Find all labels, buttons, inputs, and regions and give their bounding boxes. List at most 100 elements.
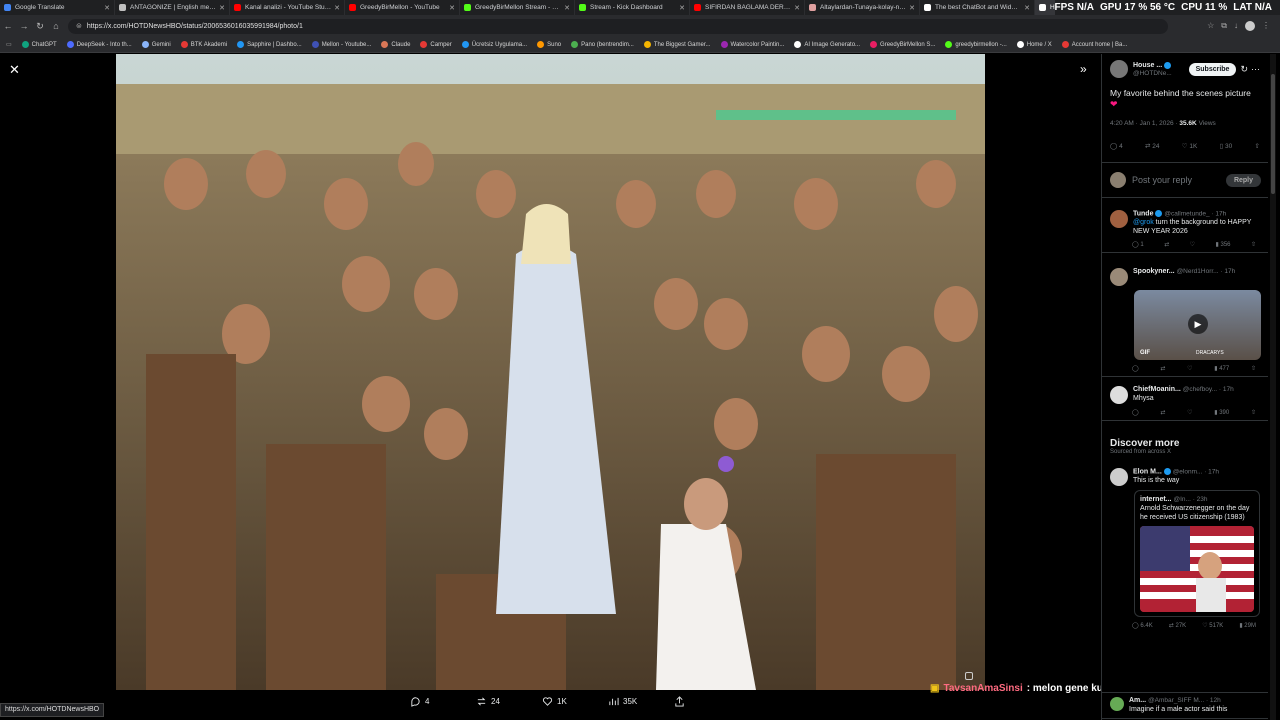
quoted-post[interactable]: internet... @In... · 23h Arnold Schwarze… [1134, 490, 1260, 617]
author-avatar[interactable] [1110, 60, 1128, 78]
reply-avatar[interactable] [1110, 210, 1128, 228]
address-bar[interactable]: ⊜ https://x.com/HOTDNewsHBO/status/20065… [68, 18, 1168, 34]
discover-repost-button[interactable]: ⇄ 27K [1169, 622, 1186, 629]
discover-avatar[interactable] [1110, 697, 1124, 711]
reply-repost-button[interactable]: ⇄ [1160, 409, 1165, 416]
bookmarks-folder-icon[interactable]: ▭ [6, 41, 12, 48]
reply-avatar[interactable] [1110, 386, 1128, 404]
share-icon[interactable]: ⇧ [1251, 409, 1256, 416]
bookmark-item[interactable]: Home / X [1016, 41, 1052, 48]
reply-views[interactable]: ▮ 390 [1214, 409, 1229, 416]
post-like-button[interactable]: ♡ 1K [1182, 142, 1198, 150]
reply-views[interactable]: ▮ 477 [1214, 365, 1229, 372]
tab-close-icon[interactable]: ✕ [219, 4, 225, 12]
extensions-icon[interactable]: ⧉ [1221, 21, 1227, 31]
reply-reply-button[interactable]: ◯ 1 [1132, 241, 1144, 248]
bookmark-item[interactable]: Claude [381, 41, 410, 48]
discover-post[interactable]: Elon M... @elonm... · 17h This is the wa… [1102, 464, 1268, 633]
post-bookmark-button[interactable]: ▯ 30 [1220, 142, 1233, 150]
grok-icon[interactable]: ↻ [1240, 64, 1248, 75]
tab-close-icon[interactable]: ✕ [1024, 4, 1030, 12]
bookmark-item[interactable]: Pano (bentrendim... [571, 41, 634, 48]
quote-image[interactable] [1140, 526, 1254, 612]
reload-icon[interactable]: ↻ [32, 21, 48, 32]
tab-close-icon[interactable]: ✕ [564, 4, 570, 12]
reply-item[interactable]: Spookyner... @Nerd1Horr... · 17h ▶ GIF D… [1102, 264, 1268, 377]
viewer-reply-button[interactable]: 4 [410, 696, 476, 707]
browser-tab[interactable]: GreedyBirMellon Stream - Watch ✕ [460, 0, 575, 15]
discover-avatar[interactable] [1110, 468, 1128, 486]
share-icon[interactable]: ⇧ [1251, 241, 1256, 248]
reply-like-button[interactable]: ♡ [1190, 241, 1195, 248]
scrollbar-thumb[interactable] [1271, 74, 1275, 194]
viewer-like-button[interactable]: 1K [542, 696, 608, 707]
discover-author[interactable]: Am... [1129, 697, 1146, 704]
close-icon[interactable]: ✕ [9, 62, 20, 78]
reply-repost-button[interactable]: ⇄ [1164, 241, 1169, 248]
browser-tab[interactable]: GreedyBirMellon - YouTube ✕ [345, 0, 460, 15]
browser-tab[interactable]: Kanal analizi - YouTube Studio ✕ [230, 0, 345, 15]
bookmark-item[interactable]: GreedyBirMellon S... [870, 41, 935, 48]
bookmark-star-icon[interactable]: ☆ [1207, 21, 1214, 31]
play-icon[interactable]: ▶ [1188, 314, 1208, 334]
reply-like-button[interactable]: ♡ [1187, 365, 1192, 372]
side-scrollbar[interactable] [1270, 54, 1276, 720]
discover-views[interactable]: ▮ 29M [1239, 622, 1256, 629]
picture-in-picture-icon[interactable] [965, 672, 973, 680]
reply-views[interactable]: ▮ 356 [1216, 241, 1231, 248]
reply-avatar[interactable] [1110, 268, 1128, 286]
bookmark-item[interactable]: greedybirmellon -... [945, 41, 1007, 48]
share-icon[interactable]: ⇧ [1255, 142, 1260, 150]
tab-close-icon[interactable]: ✕ [909, 4, 915, 12]
home-icon[interactable]: ⌂ [48, 21, 64, 31]
reply-gif[interactable]: ▶ GIF DRACARYS [1134, 290, 1261, 360]
bookmark-item[interactable]: Watercolor Paintin... [720, 41, 784, 48]
reply-button[interactable]: Reply [1225, 173, 1261, 187]
reply-reply-button[interactable]: ◯ [1132, 409, 1139, 416]
browser-tab[interactable]: Google Translate ✕ [0, 0, 115, 15]
browser-tab[interactable]: ANTAGONIZE | English meaning ✕ [115, 0, 230, 15]
browser-tab[interactable]: SIFIRDAN BAĞLAMA DERSLERİ✕ [690, 0, 805, 15]
reply-like-button[interactable]: ♡ [1187, 409, 1192, 416]
menu-icon[interactable]: ⋮ [1262, 21, 1270, 31]
tab-close-icon[interactable]: ✕ [334, 4, 340, 12]
browser-tab[interactable]: The best ChatBot and Widgets ✕ [920, 0, 1035, 15]
subscribe-button[interactable]: Subscribe [1188, 62, 1237, 76]
discover-post[interactable]: Am... @Ambar_SIFF M... · 12h Imagine if … [1102, 692, 1268, 719]
tab-close-icon[interactable]: ✕ [449, 4, 455, 12]
profile-avatar[interactable] [1245, 21, 1255, 31]
browser-tab[interactable]: Stream - Kick Dashboard ✕ [575, 0, 690, 15]
author-handle[interactable]: @HOTDNe... [1133, 70, 1172, 77]
bookmark-item[interactable]: DeepSeek - Into th... [66, 41, 132, 48]
viewer-views-button[interactable]: 35K [608, 696, 674, 707]
bookmark-item[interactable]: Gemini [141, 41, 171, 48]
reply-author[interactable]: ChiefMoanin... [1133, 386, 1181, 393]
reply-author[interactable]: Tunde [1133, 210, 1153, 217]
bookmark-item[interactable]: ChatGPT [21, 41, 57, 48]
browser-tab[interactable]: Altaylardan-Tunaya-kolay-nota ✕ [805, 0, 920, 15]
tab-close-icon[interactable]: ✕ [794, 4, 800, 12]
discover-like-button[interactable]: ♡ 517K [1202, 622, 1223, 629]
post-repost-button[interactable]: ⇄ 24 [1145, 142, 1160, 150]
forward-icon[interactable]: → [16, 21, 32, 31]
bookmark-item[interactable]: Sapphire | Dashbo... [237, 41, 302, 48]
site-info-icon[interactable]: ⊜ [76, 22, 82, 30]
bookmark-item[interactable]: BTK Akademi [180, 41, 227, 48]
bookmark-item[interactable]: Ücretsiz Uygulama... [461, 41, 527, 48]
tab-close-icon[interactable]: ✕ [679, 4, 685, 12]
bookmark-item[interactable]: The Biggest Gamer... [643, 41, 711, 48]
reply-repost-button[interactable]: ⇄ [1160, 365, 1165, 372]
more-icon[interactable]: ⋯ [1251, 64, 1260, 75]
bookmark-item[interactable]: Camper [420, 41, 452, 48]
mention-link[interactable]: @grok [1133, 219, 1154, 226]
tab-close-icon[interactable]: ✕ [104, 4, 110, 12]
discover-reply-button[interactable]: ◯ 6.4K [1132, 622, 1153, 629]
reply-reply-button[interactable]: ◯ [1132, 365, 1139, 372]
reply-input[interactable]: Post your reply [1132, 175, 1192, 185]
discover-author[interactable]: Elon M... [1133, 468, 1162, 475]
bookmark-item[interactable]: Account home | Ba... [1061, 41, 1127, 48]
reply-item[interactable]: ChiefMoanin... @chefboy... · 17h Mhysa ◯… [1102, 382, 1268, 421]
collapse-panel-icon[interactable]: » [1080, 62, 1087, 76]
reply-author[interactable]: Spookyner... [1133, 268, 1175, 275]
post-time[interactable]: 4:20 AM · Jan 1, 2026 · [1110, 120, 1178, 127]
